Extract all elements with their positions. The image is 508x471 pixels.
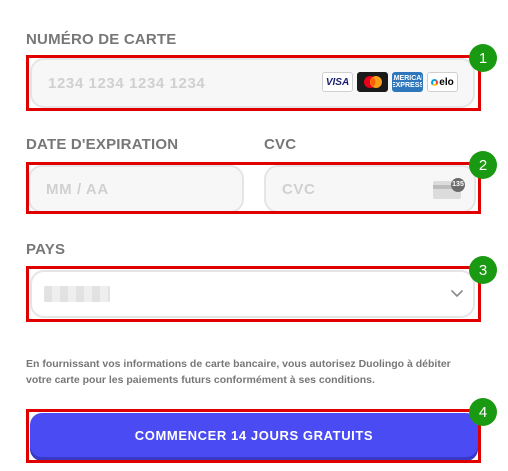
card-brand-logos: VISA AMERICAN EXPRESS elo (322, 72, 458, 92)
mastercard-logo-icon (357, 72, 388, 92)
cvc-card-icon: 135 (433, 178, 465, 200)
country-label: PAYS (26, 241, 66, 258)
expiration-label: DATE D'EXPIRATION (26, 136, 179, 153)
expiration-field-wrapper (28, 165, 244, 213)
start-free-trial-button[interactable]: COMMENCER 14 JOURS GRATUITS (30, 413, 478, 457)
elo-logo-text: elo (439, 76, 454, 88)
cvc-icon-digits: 135 (452, 181, 464, 188)
payment-disclaimer: En fournissant vos informations de carte… (26, 358, 451, 386)
country-value-redacted (44, 286, 110, 302)
expiration-input[interactable] (30, 167, 242, 211)
cvc-label: CVC (264, 136, 297, 153)
amex-logo-text: AMERICAN EXPRESS (392, 75, 423, 89)
elo-logo-icon: elo (427, 72, 458, 92)
chevron-down-icon[interactable] (451, 287, 463, 299)
annotation-marker-1: 1 (469, 44, 497, 72)
annotation-marker-3: 3 (469, 256, 497, 284)
annotation-marker-2: 2 (469, 151, 497, 179)
annotation-marker-4: 4 (469, 398, 497, 426)
visa-logo-icon: VISA (322, 72, 353, 92)
card-number-label: NUMÉRO DE CARTE (26, 31, 177, 48)
amex-logo-icon: AMERICAN EXPRESS (392, 72, 423, 92)
visa-logo-text: VISA (325, 76, 350, 88)
